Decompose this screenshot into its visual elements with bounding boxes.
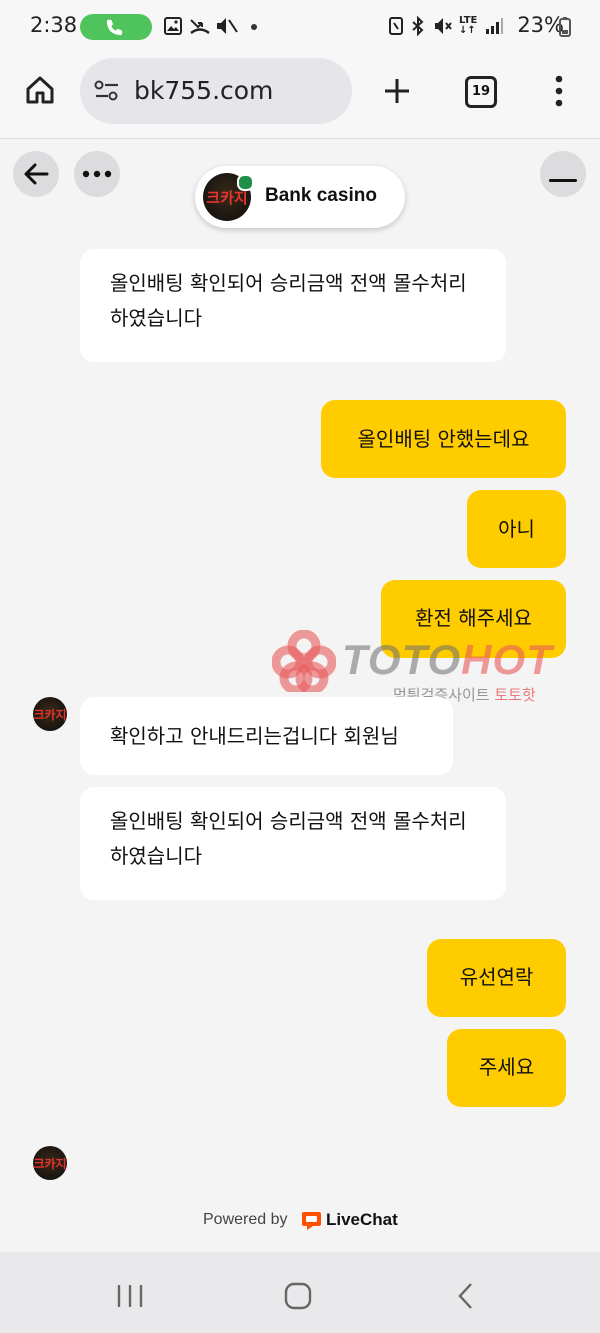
back-button[interactable]: [13, 151, 59, 197]
gallery-icon: [164, 17, 182, 35]
home-icon[interactable]: [24, 74, 56, 106]
watermark-part-b: HOT: [461, 636, 553, 683]
tab-switcher-button[interactable]: 19: [465, 76, 497, 108]
lte-icon: LTE ↓↑: [459, 15, 478, 36]
system-navigation-bar: [0, 1252, 600, 1333]
agent-avatar-small: 크카지: [33, 1146, 67, 1180]
watermark-part-a: TOTO: [342, 636, 462, 683]
minimize-icon: [549, 179, 577, 182]
chat-footer: [0, 1185, 600, 1252]
agent-name: Bank casino: [265, 185, 377, 206]
message-bubble-outgoing: 아니: [467, 490, 566, 568]
message-bubble-outgoing: 유선연락: [427, 939, 566, 1017]
agent-avatar-small: 크카지: [33, 697, 67, 731]
avatar-text: 크카지: [33, 708, 67, 722]
ongoing-call-indicator[interactable]: [80, 14, 152, 40]
livechat-brand[interactable]: LiveChat: [326, 1210, 398, 1230]
ellipsis-icon: [82, 170, 112, 178]
nfc-icon: [389, 17, 403, 35]
phone-icon: [106, 19, 123, 36]
bluetooth-icon: [412, 16, 424, 36]
signal-icon: [486, 18, 503, 34]
livechat-logo-icon: [302, 1212, 321, 1230]
browser-toolbar: bk755.com 19: [0, 56, 600, 139]
silent-icon: [217, 18, 238, 34]
recent-apps-icon[interactable]: [116, 1283, 144, 1309]
missed-call-icon: [190, 19, 210, 34]
mute-icon: [435, 18, 452, 34]
battery-percent: 23%: [517, 13, 564, 37]
chat-menu-button[interactable]: [74, 151, 120, 197]
status-time: 2:38: [30, 13, 78, 37]
watermark-sub-b: 토토핫: [494, 686, 536, 704]
online-status-dot: [237, 174, 254, 191]
message-bubble-incoming: 올인배팅 확인되어 승리금액 전액 몰수처리 하였습니다: [80, 787, 506, 900]
message-bubble-outgoing: 주세요: [447, 1029, 566, 1107]
powered-by-label: Powered by: [203, 1211, 288, 1228]
message-bubble-outgoing: 올인배팅 안했는데요: [321, 400, 566, 478]
avatar-text: 크카지: [33, 1157, 67, 1171]
site-settings-icon[interactable]: [94, 80, 120, 102]
watermark-text: TOTOHOT: [342, 636, 553, 684]
watermark-logo-icon: [272, 630, 336, 692]
agent-header[interactable]: 크카지 Bank casino: [195, 166, 405, 228]
address-bar[interactable]: bk755.com: [80, 58, 352, 124]
more-notifications-dot: [251, 24, 257, 30]
url-text: bk755.com: [134, 76, 274, 105]
home-nav-icon[interactable]: [284, 1282, 312, 1310]
back-nav-icon[interactable]: [456, 1282, 476, 1310]
battery-icon: [559, 17, 571, 37]
message-bubble-incoming: 올인배팅 확인되어 승리금액 전액 몰수처리 하였습니다: [80, 249, 506, 362]
minimize-button[interactable]: [540, 151, 586, 197]
arrow-left-icon: [24, 163, 49, 185]
more-options-icon[interactable]: [552, 74, 566, 108]
message-bubble-incoming: 확인하고 안내드리는겁니다 회원님: [80, 697, 453, 775]
new-tab-icon[interactable]: [382, 76, 412, 106]
status-bar: 2:38 LTE ↓↑ 23%: [0, 0, 600, 56]
